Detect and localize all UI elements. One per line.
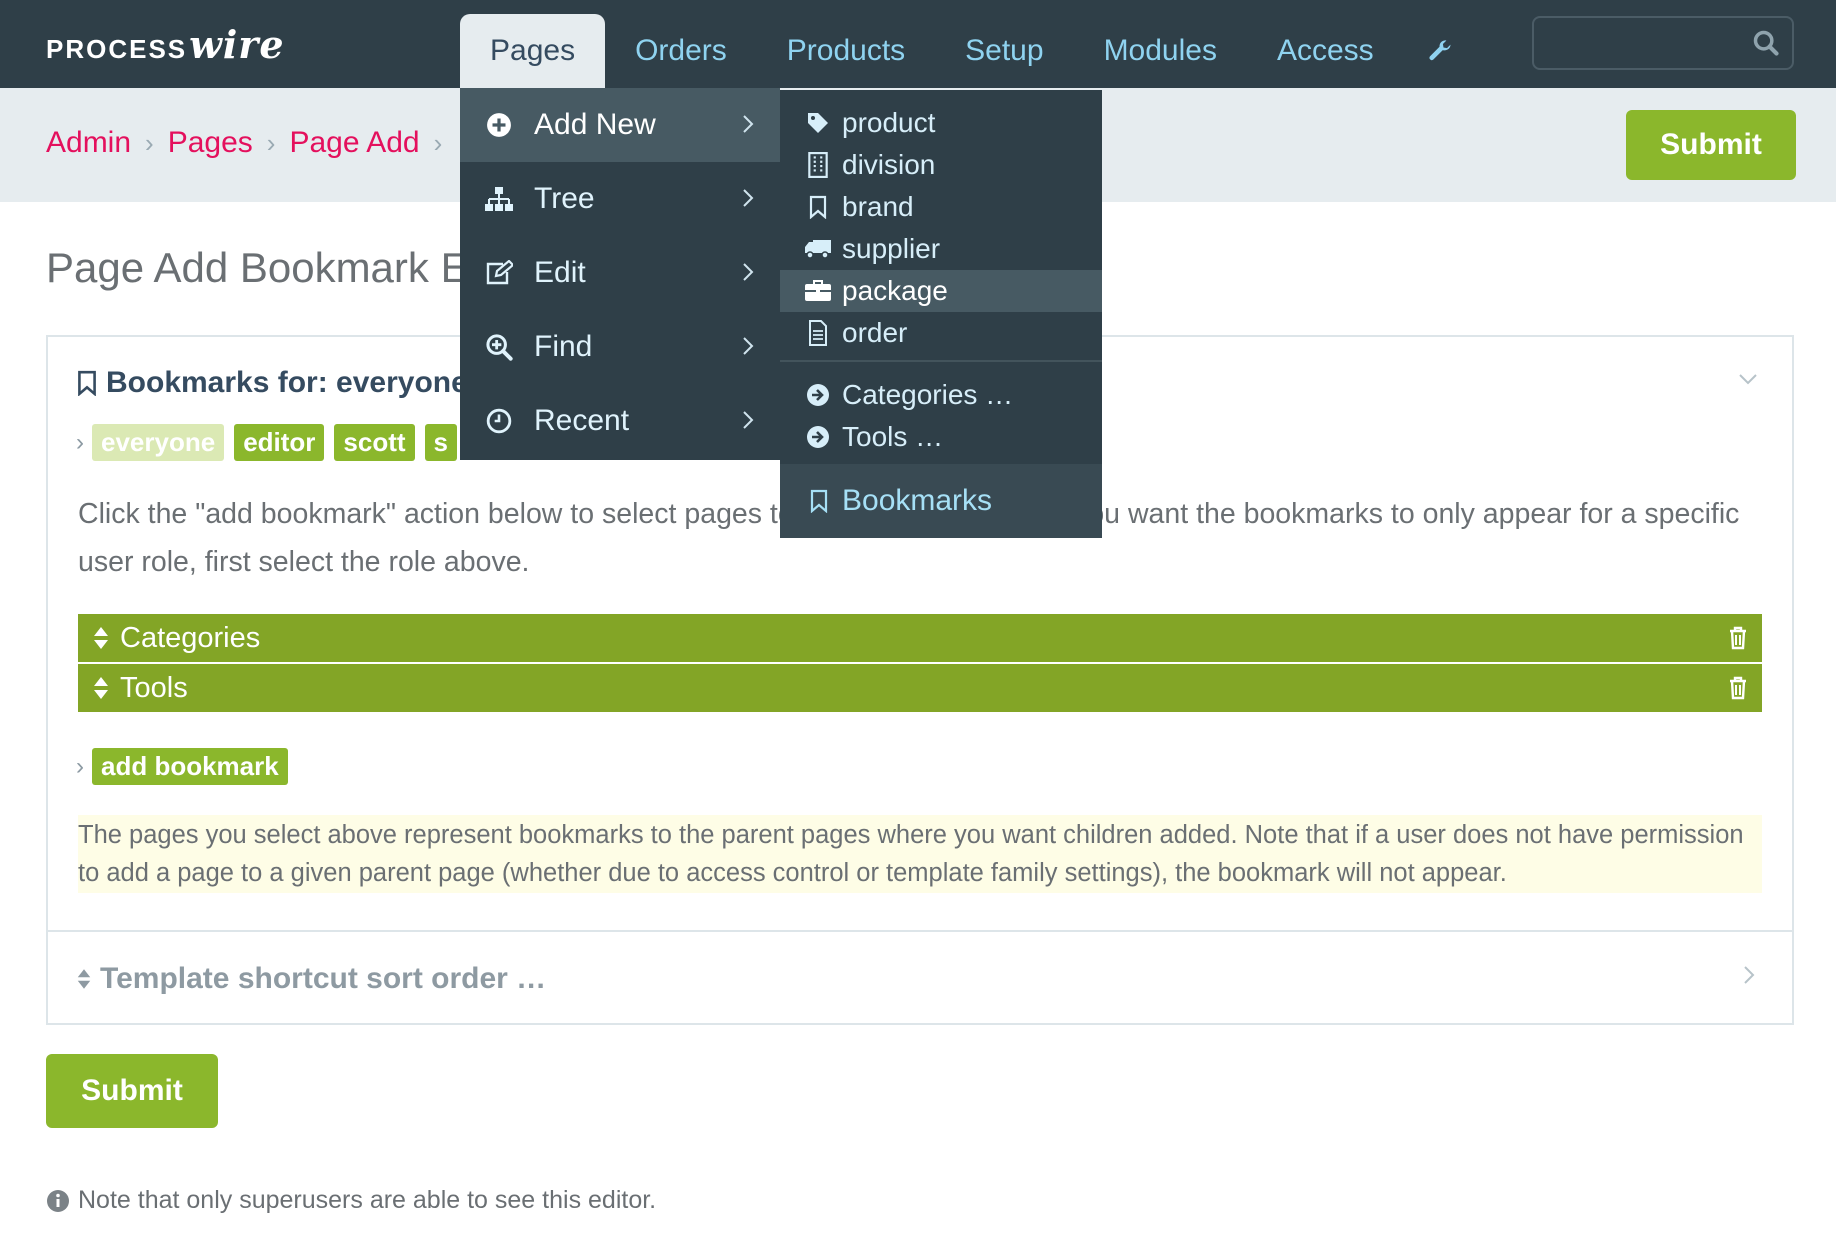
template-item-label: product: [842, 107, 936, 138]
tag-icon: [804, 111, 832, 135]
bookmark-row-categories[interactable]: Categories: [78, 614, 1762, 662]
bookmark-row-label: Categories: [120, 621, 261, 654]
menu-divider: [780, 360, 1102, 362]
chevron-right-icon[interactable]: [1742, 965, 1756, 990]
menu-item-label: Find: [534, 330, 593, 363]
role-tag-everyone[interactable]: everyone: [92, 424, 225, 461]
top-nav: Pages Orders Products Setup Modules Acce…: [460, 14, 1476, 88]
edit-icon: [484, 260, 514, 286]
role-tags: › everyone editor scott s: [76, 424, 467, 461]
template-sort-label: Template shortcut sort order …: [100, 962, 547, 995]
template-item-label: order: [842, 317, 908, 348]
chevron-right-icon: ›: [76, 752, 84, 780]
template-item-division[interactable]: division: [780, 144, 1102, 186]
menu-item-edit[interactable]: Edit: [460, 236, 780, 310]
template-item-label: division: [842, 149, 936, 180]
template-item-order[interactable]: order: [780, 312, 1102, 354]
nav-pages[interactable]: Pages: [460, 14, 606, 88]
breadcrumb-separator: ›: [266, 127, 276, 158]
template-item-package[interactable]: package: [780, 270, 1102, 312]
trash-icon[interactable]: [1728, 626, 1748, 650]
sitemap-icon: [484, 186, 514, 212]
chevron-right-icon: [742, 336, 754, 356]
breadcrumb-separator: ›: [145, 127, 154, 158]
breadcrumb-pages[interactable]: Pages: [168, 126, 253, 160]
template-item-label: supplier: [842, 233, 941, 264]
template-sort-header[interactable]: Template shortcut sort order …: [76, 962, 546, 996]
nav-access[interactable]: Access: [1247, 14, 1404, 88]
bookmark-row-label: Tools: [120, 671, 188, 704]
nav-products[interactable]: Products: [757, 14, 935, 88]
add-bookmark-area: › add bookmark: [76, 748, 298, 785]
panel-divider: [46, 930, 1794, 932]
template-item-product[interactable]: product: [780, 102, 1102, 144]
building-icon: [804, 152, 832, 178]
truck-icon: [804, 238, 832, 260]
template-item-brand[interactable]: brand: [780, 186, 1102, 228]
trash-icon[interactable]: [1728, 676, 1748, 700]
wrench-icon[interactable]: [1404, 14, 1476, 88]
bookmark-item-label: Categories …: [842, 379, 1014, 410]
bookmark-icon: [76, 370, 98, 396]
menu-item-find[interactable]: Find: [460, 310, 780, 384]
role-tag-scott[interactable]: scott: [334, 424, 415, 461]
menu-item-add-new[interactable]: Add New: [460, 88, 780, 162]
clock-icon: [484, 408, 514, 434]
sort-icon[interactable]: [92, 675, 110, 701]
template-item-supplier[interactable]: supplier: [780, 228, 1102, 270]
breadcrumb-page-add[interactable]: Page Add: [289, 126, 419, 160]
chevron-right-icon: [742, 262, 754, 282]
footnote: Note that only superusers are able to se…: [46, 1186, 656, 1215]
chevron-right-icon: [742, 188, 754, 208]
menu-item-label: Tree: [534, 182, 595, 215]
template-item-label: package: [842, 275, 948, 306]
menu-item-recent[interactable]: Recent: [460, 384, 780, 458]
file-text-icon: [804, 320, 832, 346]
arrow-circle-right-icon: [804, 383, 832, 407]
chevron-down-icon[interactable]: [1738, 372, 1758, 391]
pages-dropdown: Add New Tree Edit Find Recent: [460, 88, 780, 460]
bookmarks-label: Bookmarks: [842, 484, 993, 517]
bookmarks-panel-title: Bookmarks for: everyone: [106, 366, 468, 399]
panel-notes: The pages you select above represent boo…: [78, 815, 1762, 893]
arrow-circle-right-icon: [804, 425, 832, 449]
sort-icon: [76, 967, 92, 991]
menu-item-tree[interactable]: Tree: [460, 162, 780, 236]
bookmark-icon: [806, 489, 832, 513]
bookmark-item-categories[interactable]: Categories …: [780, 374, 1102, 416]
add-new-submenu: product division brand supplier package …: [780, 90, 1102, 538]
menu-item-label: Edit: [534, 256, 586, 289]
menu-item-label: Recent: [534, 404, 630, 437]
nav-orders[interactable]: Orders: [605, 14, 757, 88]
chevron-right-icon: [742, 114, 754, 134]
bookmarks-panel-header[interactable]: Bookmarks for: everyone: [76, 366, 468, 400]
breadcrumb: Admin › Pages › Page Add ›: [46, 126, 456, 160]
bookmark-item-tools[interactable]: Tools …: [780, 416, 1102, 458]
breadcrumb-separator: ›: [433, 127, 443, 158]
search-plus-icon: [484, 333, 514, 361]
role-tag-editor[interactable]: editor: [234, 424, 325, 461]
chevron-right-icon: [742, 410, 754, 430]
menu-item-bookmarks[interactable]: Bookmarks: [780, 464, 1102, 538]
bookmark-icon: [804, 195, 832, 219]
plus-circle-icon: [484, 112, 514, 138]
breadcrumb-admin[interactable]: Admin: [46, 126, 131, 160]
briefcase-icon: [804, 279, 832, 303]
role-tag-more[interactable]: s: [424, 424, 458, 461]
nav-setup[interactable]: Setup: [935, 14, 1073, 88]
bookmark-item-label: Tools …: [842, 421, 944, 452]
info-circle-icon: [46, 1189, 70, 1213]
submit-button-bottom[interactable]: Submit: [46, 1054, 218, 1128]
submit-button-top[interactable]: Submit: [1626, 110, 1796, 180]
template-item-label: brand: [842, 191, 914, 222]
processwire-logo[interactable]: PROCESS wire: [46, 26, 285, 65]
menu-item-label: Add New: [534, 108, 656, 141]
nav-modules[interactable]: Modules: [1074, 14, 1247, 88]
chevron-right-icon: ›: [76, 428, 84, 456]
footnote-text: Note that only superusers are able to se…: [78, 1186, 657, 1214]
bookmark-row-tools[interactable]: Tools: [78, 664, 1762, 712]
add-bookmark-button[interactable]: add bookmark: [92, 748, 288, 785]
search-icon[interactable]: [1752, 29, 1780, 62]
sort-icon[interactable]: [92, 625, 110, 651]
